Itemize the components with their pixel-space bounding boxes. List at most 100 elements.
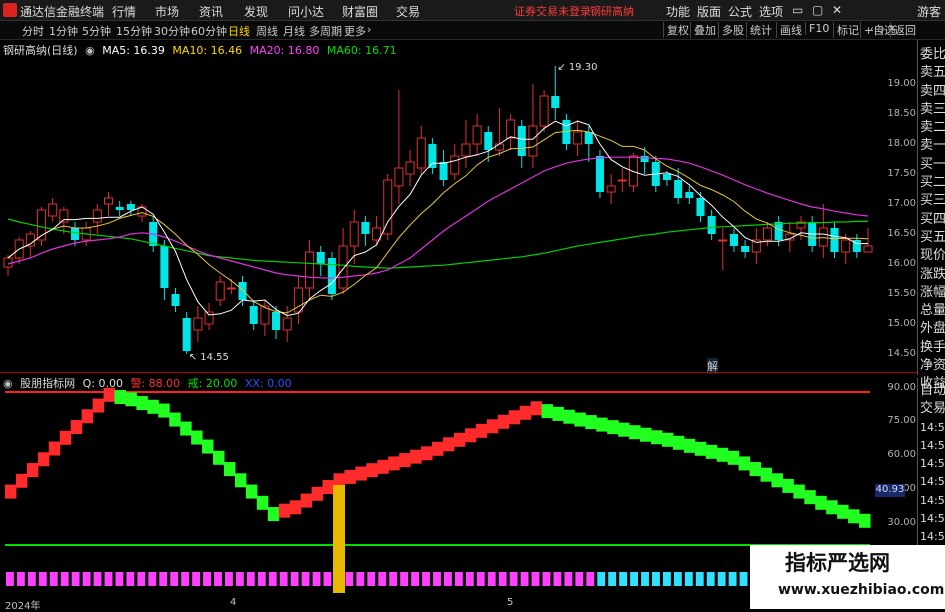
menu-news[interactable]: 资讯 <box>199 3 223 20</box>
candle-body <box>126 204 135 210</box>
menu-options[interactable]: 选项 <box>759 3 783 20</box>
candle-body <box>718 239 728 242</box>
ma20-line <box>7 156 869 280</box>
indicator-bottom-bar <box>312 572 321 586</box>
indicator-bottom-bar <box>257 572 266 586</box>
btn-draw[interactable]: 画线 <box>776 22 802 38</box>
btn-multi-stock[interactable]: 多股 <box>718 22 744 38</box>
chart-zoom-controls[interactable]: ‹ ◇ ✕ <box>870 24 896 35</box>
candle-body <box>115 207 124 210</box>
tf-intraday[interactable]: 分时 <box>22 23 44 39</box>
btn-stats[interactable]: 统计 <box>746 22 772 38</box>
indicator-bottom-bar <box>93 572 102 586</box>
tf-weekly[interactable]: 周线 <box>256 23 278 39</box>
candle-body <box>394 167 404 187</box>
indicator-bottom-bar <box>520 572 529 586</box>
indicator-block <box>245 484 258 499</box>
ma10-line <box>7 129 869 314</box>
menu-market-quotes[interactable]: 行情 <box>112 3 136 20</box>
candle-body <box>685 192 694 198</box>
candle-body <box>171 294 180 306</box>
tf-daily[interactable]: 日线 <box>228 23 250 39</box>
indicator-block <box>760 467 772 482</box>
indicator-bottom-bar <box>323 572 332 586</box>
indicator-bottom-bar <box>126 572 135 586</box>
candle-body <box>272 312 281 330</box>
side-quote-label: 总量 <box>920 303 945 319</box>
indicator-bottom-bar <box>400 572 409 586</box>
tf-1min[interactable]: 1分钟 <box>49 23 78 39</box>
candle-body <box>305 251 315 289</box>
indicator-block <box>530 401 543 416</box>
more-chevron-icon[interactable]: › <box>367 23 371 36</box>
x-label-year: 2024年 <box>5 601 41 612</box>
menu-wealth[interactable]: 财富圈 <box>342 3 378 20</box>
tf-15min[interactable]: 15分钟 <box>116 23 152 39</box>
indicator-chart[interactable] <box>0 372 875 609</box>
price-tick: 17.50 <box>887 168 916 179</box>
candle-body <box>818 227 828 247</box>
guest-label[interactable]: 游客 <box>917 3 941 20</box>
indicator-bottom-bar <box>246 572 255 586</box>
btn-mark[interactable]: 标记 <box>833 22 859 38</box>
indicator-block <box>103 387 115 402</box>
indicator-block <box>26 463 39 478</box>
side-quote-label: 买三 <box>920 193 945 209</box>
minimize-icon[interactable]: ▭ <box>792 3 803 17</box>
candle-body <box>539 95 549 127</box>
candle-body <box>707 216 716 234</box>
btn-f10[interactable]: F10 <box>805 22 829 35</box>
menu-trade[interactable]: 交易 <box>396 3 420 20</box>
tf-30min[interactable]: 30分钟 <box>154 23 190 39</box>
trade-login-status[interactable]: 证券交易未登录 <box>514 3 591 19</box>
indicator-block <box>81 409 94 424</box>
candle-body <box>349 221 359 247</box>
indicator-bottom-bar <box>356 572 365 586</box>
btn-adjust[interactable]: 复权 <box>663 22 689 38</box>
side-tick-label: 14:56 <box>920 530 945 544</box>
tf-monthly[interactable]: 月线 <box>283 23 305 39</box>
indicator-block <box>826 500 838 515</box>
menu-discover[interactable]: 发现 <box>244 3 268 20</box>
indicator-block <box>651 430 663 445</box>
indicator-block <box>782 478 794 493</box>
candle-body <box>628 155 638 187</box>
indicator-bottom-bar <box>630 572 638 586</box>
indicator-bottom-bar <box>137 572 146 586</box>
tf-5min[interactable]: 5分钟 <box>82 23 111 39</box>
watermark: 指标严选网 www.xuezhibiao.com <box>750 545 945 609</box>
indicator-block <box>114 390 126 405</box>
price-tick: 18.50 <box>887 108 916 119</box>
indicator-block <box>486 419 499 434</box>
menu-ask[interactable]: 问小达 <box>288 3 324 20</box>
price-tick: 17.00 <box>887 198 916 209</box>
indicator-bottom-bar <box>60 572 69 586</box>
indicator-block <box>804 490 816 505</box>
indicator-bottom-bar <box>181 572 190 586</box>
indicator-block <box>223 462 236 477</box>
indicator-block <box>355 466 367 481</box>
indicator-bottom-bar <box>619 572 628 586</box>
window-mode-icon[interactable]: ▢ <box>812 3 823 17</box>
indicator-bottom-bar <box>290 572 299 586</box>
candle-body <box>762 227 773 241</box>
candle-body <box>584 132 593 144</box>
indicator-bottom-bar <box>597 572 606 586</box>
candlestick-chart[interactable]: ↙ 19.30 ↖ 14.55 <box>0 40 875 372</box>
candle-body <box>461 143 471 157</box>
indicator-block <box>377 459 389 474</box>
menu-formula[interactable]: 公式 <box>728 3 752 20</box>
tf-more[interactable]: 更多 <box>344 23 366 39</box>
candle-body <box>103 197 114 205</box>
candle-body <box>640 156 649 162</box>
candle-body <box>160 246 169 288</box>
candle-body <box>48 203 58 217</box>
tf-60min[interactable]: 60分钟 <box>191 23 227 39</box>
btn-overlay[interactable]: 叠加 <box>690 22 716 38</box>
menu-market[interactable]: 市场 <box>155 3 179 20</box>
indicator-block <box>848 509 860 524</box>
tf-multi-period[interactable]: 多周期 <box>309 23 342 39</box>
menu-function[interactable]: 功能 <box>666 3 690 20</box>
menu-layout[interactable]: 版面 <box>697 3 721 20</box>
close-icon[interactable]: ✕ <box>832 3 842 17</box>
